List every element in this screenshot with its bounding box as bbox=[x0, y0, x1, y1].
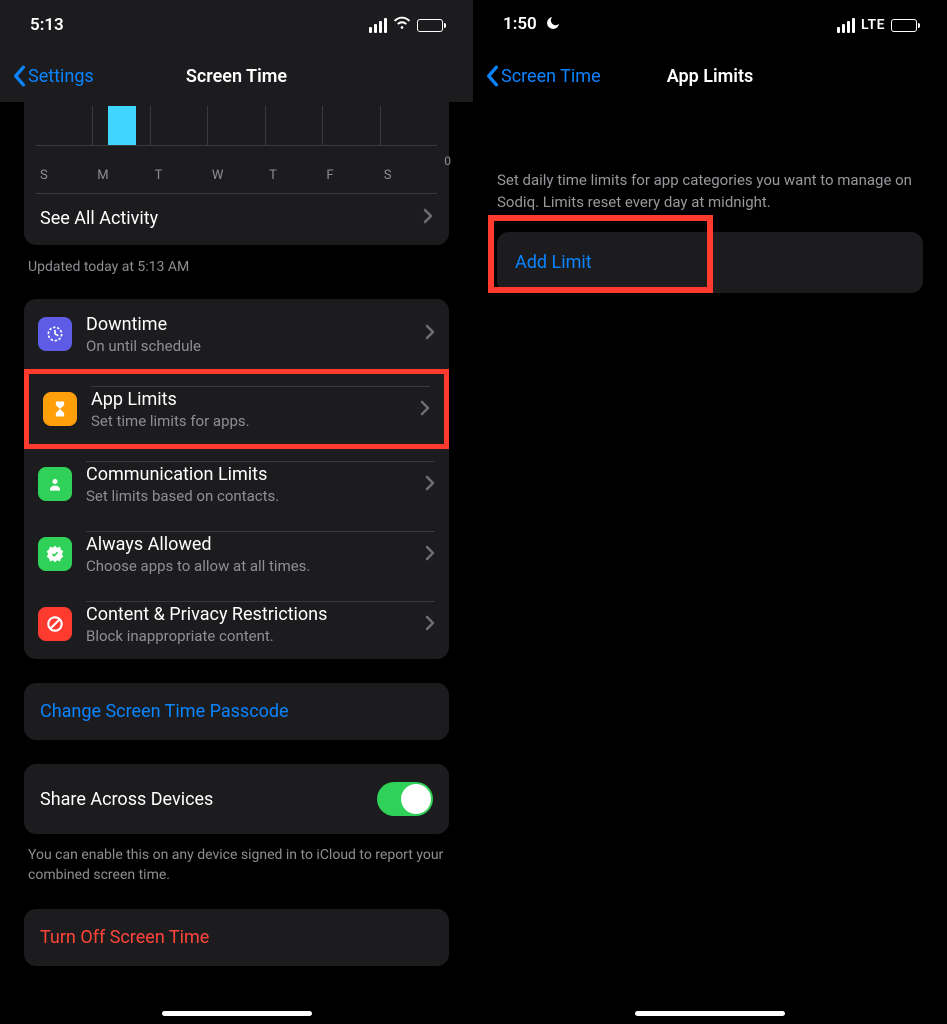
turn-off-label: Turn Off Screen Time bbox=[40, 927, 209, 948]
screen-time-screen: 5:13 Settings Screen Time bbox=[0, 0, 473, 1024]
add-limit-button[interactable]: Add Limit bbox=[497, 232, 923, 293]
hourglass-icon bbox=[43, 392, 77, 426]
status-indicators: LTE bbox=[837, 17, 917, 33]
nav-bar: Settings Screen Time bbox=[0, 50, 473, 102]
nav-bar: Screen Time App Limits bbox=[473, 50, 947, 102]
screentime-options-group: Downtime On until schedule App Limits Se… bbox=[24, 299, 449, 659]
row-subtitle: Choose apps to allow at all times. bbox=[86, 557, 310, 575]
block-icon bbox=[38, 607, 72, 641]
row-title: Always Allowed bbox=[86, 534, 310, 555]
updated-label: Updated today at 5:13 AM bbox=[28, 259, 445, 275]
always-allowed-row[interactable]: Always Allowed Choose apps to allow at a… bbox=[24, 519, 449, 589]
cellular-icon bbox=[837, 18, 855, 33]
row-subtitle: Set time limits for apps. bbox=[91, 412, 250, 430]
add-limit-label: Add Limit bbox=[515, 252, 592, 273]
status-time: 1:50 bbox=[503, 14, 561, 36]
status-time: 5:13 bbox=[30, 15, 64, 35]
chevron-right-icon bbox=[423, 208, 433, 229]
home-indicator[interactable] bbox=[635, 1011, 785, 1016]
cellular-icon bbox=[369, 18, 387, 33]
turn-off-group: Turn Off Screen Time bbox=[24, 909, 449, 966]
status-indicators bbox=[369, 15, 443, 35]
back-label: Settings bbox=[28, 66, 94, 87]
share-devices-row[interactable]: Share Across Devices bbox=[24, 764, 449, 834]
network-label: LTE bbox=[861, 17, 885, 33]
content-privacy-row[interactable]: Content & Privacy Restrictions Block ina… bbox=[24, 589, 449, 659]
contact-icon bbox=[38, 467, 72, 501]
status-bar: 5:13 bbox=[0, 0, 473, 50]
wifi-icon bbox=[393, 15, 411, 35]
row-title: Content & Privacy Restrictions bbox=[86, 604, 327, 625]
chevron-right-icon bbox=[425, 545, 435, 565]
chevron-right-icon bbox=[420, 400, 430, 420]
share-devices-note: You can enable this on any device signed… bbox=[28, 846, 445, 885]
description-text: Set daily time limits for app categories… bbox=[497, 170, 923, 214]
status-bar: 1:50 LTE bbox=[473, 0, 947, 50]
see-all-activity-row[interactable]: See All Activity bbox=[36, 193, 437, 231]
back-label: Screen Time bbox=[501, 66, 601, 87]
see-all-label: See All Activity bbox=[40, 208, 158, 229]
back-button[interactable]: Settings bbox=[12, 65, 94, 87]
day-label: F bbox=[322, 168, 379, 183]
turn-off-button[interactable]: Turn Off Screen Time bbox=[24, 909, 449, 966]
battery-icon bbox=[891, 19, 917, 32]
row-subtitle: On until schedule bbox=[86, 337, 201, 355]
row-subtitle: Block inappropriate content. bbox=[86, 627, 327, 645]
battery-icon bbox=[417, 19, 443, 32]
chevron-right-icon bbox=[425, 324, 435, 344]
day-label: T bbox=[151, 168, 208, 183]
home-indicator[interactable] bbox=[162, 1011, 312, 1016]
app-limits-row[interactable]: App Limits Set time limits for apps. bbox=[24, 369, 449, 449]
share-devices-toggle[interactable] bbox=[377, 782, 433, 816]
time-text: 1:50 bbox=[503, 14, 537, 34]
change-passcode-button[interactable]: Change Screen Time Passcode bbox=[24, 683, 449, 740]
day-label: S bbox=[36, 168, 93, 183]
row-title: App Limits bbox=[91, 389, 250, 410]
day-label: T bbox=[265, 168, 322, 183]
chart-zero-label: 0 bbox=[444, 154, 451, 168]
chevron-right-icon bbox=[425, 615, 435, 635]
day-label: M bbox=[93, 168, 150, 183]
chevron-right-icon bbox=[425, 475, 435, 495]
downtime-row[interactable]: Downtime On until schedule bbox=[24, 299, 449, 369]
app-limits-screen: 1:50 LTE Screen Time App Limits Set dail… bbox=[473, 0, 947, 1024]
check-badge-icon bbox=[38, 537, 72, 571]
row-title: Communication Limits bbox=[86, 464, 279, 485]
moon-icon bbox=[545, 15, 561, 36]
day-label: W bbox=[208, 168, 265, 183]
row-subtitle: Set limits based on contacts. bbox=[86, 487, 279, 505]
share-devices-label: Share Across Devices bbox=[40, 789, 213, 810]
change-passcode-label: Change Screen Time Passcode bbox=[40, 701, 289, 722]
communication-limits-row[interactable]: Communication Limits Set limits based on… bbox=[24, 449, 449, 519]
row-title: Downtime bbox=[86, 314, 201, 335]
activity-chart: 0 S M T W T F S See All Activity bbox=[24, 102, 449, 245]
day-label: S bbox=[380, 168, 437, 183]
chart-day-labels: S M T W T F S bbox=[36, 168, 437, 183]
change-passcode-group: Change Screen Time Passcode bbox=[24, 683, 449, 740]
back-button[interactable]: Screen Time bbox=[485, 65, 601, 87]
downtime-icon bbox=[38, 317, 72, 351]
share-devices-group: Share Across Devices bbox=[24, 764, 449, 834]
